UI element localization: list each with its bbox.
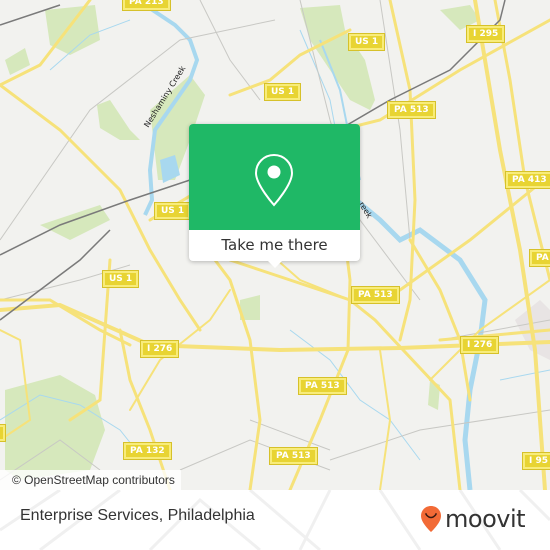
map-attribution[interactable]: © OpenStreetMap contributors xyxy=(0,470,181,490)
route-shield: US 1 xyxy=(103,271,139,287)
map-pin-icon xyxy=(254,153,294,207)
location-popup[interactable]: Take me there xyxy=(189,124,360,268)
footer: Enterprise Services, Philadelphia moovit xyxy=(0,490,550,550)
popup-header xyxy=(189,124,360,230)
route-shield: PA xyxy=(530,250,550,266)
route-shield: I 295 xyxy=(467,26,505,42)
route-shield: PA 413 xyxy=(506,172,550,188)
route-shield: PA 513 xyxy=(388,102,435,118)
route-shield: US 1 xyxy=(265,84,301,100)
route-shield: I 276 xyxy=(461,337,499,353)
route-shield: PA 213 xyxy=(123,0,170,10)
route-shield: US 1 xyxy=(349,34,385,50)
route-shield: PA 513 xyxy=(352,287,399,303)
moovit-logo[interactable]: moovit xyxy=(420,504,526,534)
route-shield: PA 513 xyxy=(270,448,317,464)
take-me-there-button[interactable]: Take me there xyxy=(189,230,360,261)
route-shield: I 276 xyxy=(141,341,179,357)
route-shield: US 1 xyxy=(155,203,191,219)
moovit-smiley-pin-icon xyxy=(421,506,441,532)
popup-pointer xyxy=(267,260,283,268)
brand-name: moovit xyxy=(445,505,526,533)
route-shield: PA xyxy=(0,425,5,441)
route-shield: PA 513 xyxy=(299,378,346,394)
route-shield: PA 132 xyxy=(124,443,171,459)
route-shield: I 95 xyxy=(523,453,550,469)
map-canvas[interactable]: PA 213 US 1 I 295 PA 513 PA 413 US 1 US … xyxy=(0,0,550,490)
place-name: Enterprise Services, Philadelphia xyxy=(20,507,255,524)
